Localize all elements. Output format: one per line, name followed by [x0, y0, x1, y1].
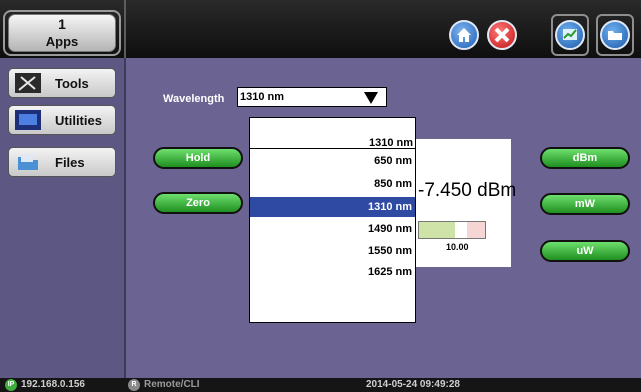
ip-address: 192.168.0.156	[21, 379, 85, 390]
wavelength-value: 1310 nm	[240, 91, 285, 103]
dropdown-current-label: 1310 nm	[368, 137, 413, 149]
dropdown-option-1490[interactable]: 1490 nm	[250, 219, 415, 239]
dropdown-option-650[interactable]: 650 nm	[250, 151, 415, 171]
apps-button[interactable]: 1 Apps	[8, 14, 116, 52]
apps-count: 1	[58, 16, 66, 32]
sidebar-item-files[interactable]: Files	[8, 147, 116, 177]
sidebar-item-label: Files	[55, 155, 85, 170]
mw-button[interactable]: mW	[540, 193, 630, 215]
sidebar-item-tools[interactable]: Tools	[8, 68, 116, 98]
sidebar-item-utilities[interactable]: Utilities	[8, 105, 116, 135]
power-reading: -7.450 dBm	[418, 180, 517, 201]
dropdown-option-1310[interactable]: 1310 nm	[250, 197, 415, 217]
uw-button[interactable]: uW	[540, 240, 630, 262]
folder-icon[interactable]	[600, 20, 630, 50]
dropdown-option-label: 850 nm	[374, 178, 412, 190]
ip-icon: IP	[5, 379, 17, 391]
wavelength-label: Wavelength	[163, 93, 225, 105]
zero-button[interactable]: Zero	[153, 192, 243, 214]
sidebar-item-label: Tools	[55, 76, 89, 91]
dropdown-option-label: 1310 nm	[367, 201, 412, 213]
dropdown-option-1550[interactable]: 1550 nm	[250, 241, 415, 261]
remote-status: Remote/CLI	[144, 379, 200, 390]
sidebar-item-label: Utilities	[55, 113, 102, 128]
dropdown-current[interactable]: 1310 nm	[250, 118, 415, 149]
remote-icon: R	[128, 379, 140, 391]
close-icon[interactable]	[487, 20, 517, 50]
power-level-bar	[418, 221, 486, 239]
wavelength-select[interactable]: 1310 nm	[237, 87, 387, 107]
home-icon[interactable]	[449, 20, 479, 50]
dropdown-option-label: 650 nm	[374, 155, 412, 167]
datetime: 2014-05-24 09:49:28	[366, 379, 460, 390]
wavelength-dropdown-list[interactable]: 1310 nm 650 nm 850 nm 1310 nm 1490 nm 15…	[249, 117, 416, 323]
level-bar-green	[419, 222, 455, 238]
tools-icon	[15, 73, 41, 93]
dropdown-option-label: 1550 nm	[367, 245, 412, 257]
dbm-button[interactable]: dBm	[540, 147, 630, 169]
files-icon	[18, 154, 38, 170]
dropdown-option-label: 1490 nm	[367, 223, 412, 235]
top-bar: 1 Apps	[0, 0, 641, 58]
dropdown-arrow-icon	[364, 92, 378, 104]
status-bar: IP 192.168.0.156 R Remote/CLI 2014-05-24…	[0, 378, 641, 392]
hold-button[interactable]: Hold	[153, 147, 243, 169]
monitor-icon	[15, 110, 41, 130]
dropdown-option-1625[interactable]: 1625 nm	[250, 262, 415, 282]
bar-mark-label: 10.00	[446, 242, 469, 252]
level-bar-red	[467, 222, 485, 238]
apps-label: Apps	[45, 34, 79, 49]
chart-icon[interactable]	[555, 20, 585, 50]
dropdown-option-label: 1625 nm	[367, 266, 412, 278]
dropdown-option-850[interactable]: 850 nm	[250, 174, 415, 194]
sidebar-divider	[124, 58, 126, 378]
topbar-divider	[124, 0, 126, 58]
